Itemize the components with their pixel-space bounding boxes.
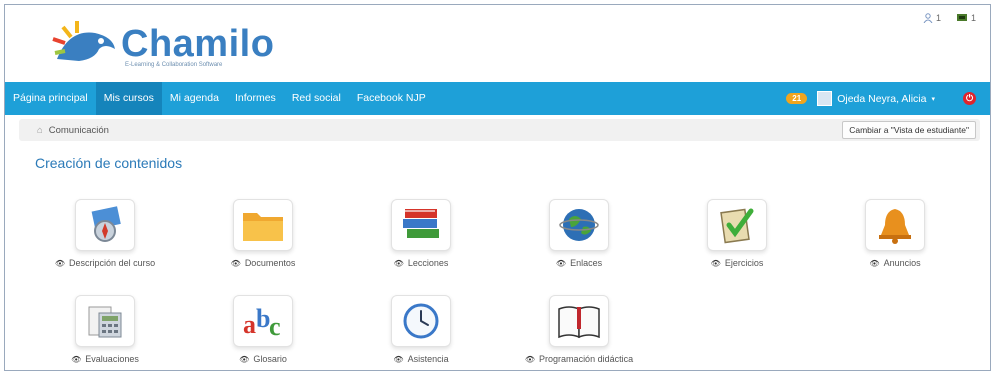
tool-label: Anuncios: [883, 258, 921, 268]
users-count: 1: [935, 13, 941, 23]
tool-course-description[interactable]: 👁 Descripción del curso: [27, 199, 183, 268]
flag-indicator[interactable]: 1: [956, 13, 976, 23]
nav-item-reports[interactable]: Informes: [227, 82, 284, 115]
bell-icon: [865, 199, 925, 251]
breadcrumb: ⌂ Comunicación Cambiar a "Vista de estud…: [19, 119, 980, 141]
tool-documents[interactable]: 👁 Documentos: [185, 199, 341, 268]
chameleon-icon: [52, 21, 115, 61]
chevron-down-icon: ▾: [931, 95, 935, 103]
avatar: [817, 91, 833, 106]
brand-name: Chamilo: [121, 23, 275, 65]
eye-icon[interactable]: 👁: [869, 259, 879, 268]
main-navbar: Página principal Mis cursos Mi agenda In…: [5, 82, 990, 115]
top-right-icons: 1 1: [923, 13, 976, 23]
eye-icon[interactable]: 👁: [393, 355, 403, 364]
tool-label: Evaluaciones: [85, 354, 139, 364]
logout-icon[interactable]: ⏻: [963, 92, 976, 105]
breadcrumb-current[interactable]: Comunicación: [49, 125, 109, 136]
eye-icon[interactable]: 👁: [394, 259, 404, 268]
nav-item-my-courses[interactable]: Mis cursos: [95, 82, 162, 115]
abc-icon: a b c: [233, 295, 293, 347]
nav-item-social[interactable]: Red social: [284, 82, 349, 115]
tool-lessons[interactable]: 👁 Lecciones: [343, 199, 499, 268]
notification-badge[interactable]: 21: [786, 93, 808, 104]
users-indicator[interactable]: 1: [923, 13, 941, 23]
user-icon: [923, 13, 933, 23]
tool-attendance[interactable]: 👁 Asistencia: [343, 295, 499, 364]
tool-label: Lecciones: [407, 258, 449, 268]
tool-course-progress[interactable]: 👁 Programación didáctica: [501, 295, 657, 364]
tool-exercises[interactable]: 👁 Ejercicios: [659, 199, 815, 268]
tool-label: Documentos: [244, 258, 296, 268]
flag-icon: [956, 14, 967, 21]
folder-icon: [233, 199, 293, 251]
eye-icon[interactable]: 👁: [231, 259, 241, 268]
tool-glossary[interactable]: a b c 👁 Glosario: [185, 295, 341, 364]
eye-icon[interactable]: 👁: [556, 259, 566, 268]
brand-tagline: E-Learning & Collaboration Software: [125, 62, 223, 68]
header: Chamilo E-Learning & Collaboration Softw…: [5, 5, 990, 79]
flag-count: 1: [970, 13, 976, 23]
eye-icon[interactable]: 👁: [55, 259, 65, 268]
checklist-icon: [707, 199, 767, 251]
nav-item-facebook[interactable]: Facebook NJP: [349, 82, 434, 115]
tool-announcements[interactable]: 👁 Anuncios: [817, 199, 973, 268]
svg-text:c: c: [269, 312, 281, 341]
nav-item-agenda[interactable]: Mi agenda: [162, 82, 227, 115]
tool-label: Ejercicios: [724, 258, 764, 268]
calculator-icon: [75, 295, 135, 347]
tool-label: Glosario: [253, 354, 287, 364]
nav-right: 21 Ojeda Neyra, Alicia ▾ ⏻: [786, 91, 990, 106]
tool-label: Asistencia: [407, 354, 449, 364]
user-name: Ojeda Neyra, Alicia: [837, 92, 927, 105]
compass-icon: [75, 199, 135, 251]
tool-evaluations[interactable]: 👁 Evaluaciones: [27, 295, 183, 364]
eye-icon[interactable]: 👁: [71, 355, 81, 364]
home-icon[interactable]: ⌂: [37, 125, 43, 136]
app-frame: Chamilo E-Learning & Collaboration Softw…: [4, 4, 991, 371]
tool-links[interactable]: 👁 Enlaces: [501, 199, 657, 268]
eye-icon[interactable]: 👁: [239, 355, 249, 364]
chamilo-logo[interactable]: Chamilo E-Learning & Collaboration Softw…: [49, 19, 279, 71]
tool-label: Programación didáctica: [539, 354, 634, 364]
clock-icon: [391, 295, 451, 347]
eye-icon[interactable]: 👁: [525, 355, 535, 364]
eye-icon[interactable]: 👁: [711, 259, 721, 268]
globe-icon: [549, 199, 609, 251]
books-icon: [391, 199, 451, 251]
user-menu[interactable]: Ojeda Neyra, Alicia ▾: [817, 91, 935, 106]
nav-item-home[interactable]: Página principal: [5, 82, 96, 115]
tool-label: Enlaces: [570, 258, 603, 268]
book-icon: [549, 295, 609, 347]
svg-text:a: a: [243, 310, 256, 339]
student-view-button[interactable]: Cambiar a "Vista de estudiante": [842, 121, 976, 139]
page-title: Creación de contenidos: [35, 155, 183, 171]
tool-label: Descripción del curso: [69, 258, 156, 268]
